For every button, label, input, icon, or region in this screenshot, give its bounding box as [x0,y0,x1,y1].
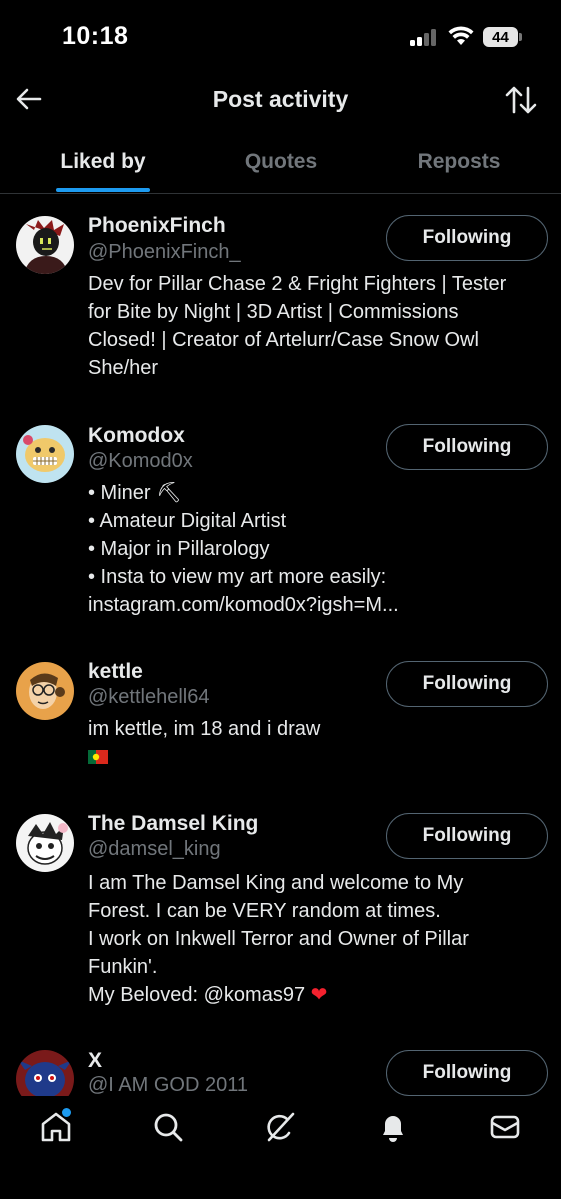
user-display-name[interactable]: X [88,1049,102,1073]
tab-quotes[interactable]: Quotes [218,150,344,174]
avatar[interactable] [16,425,74,483]
following-button[interactable]: Following [386,215,548,261]
following-button[interactable]: Following [386,813,548,859]
grok-icon[interactable] [263,1110,297,1144]
user-display-name[interactable]: The Damsel King [88,812,258,836]
user-handle[interactable]: @kettlehell64 [88,686,209,709]
bio-line: • Amateur Digital Artist [88,510,287,532]
avatar[interactable] [16,662,74,720]
heart-icon: ❤ [310,984,328,1006]
battery-level: 44 [492,29,509,46]
bio-line: She/her [88,357,159,379]
bio-line: instagram.com/komod0x?igsh=M... [88,594,399,616]
status-time: 10:18 [62,22,129,50]
user-handle[interactable]: @Komod0x [88,450,193,473]
header: Post activity [0,72,561,128]
user-bio: im kettle, im 18 and i draw [88,715,538,743]
bio-line: • Insta to view my art more easily: [88,566,387,588]
active-tab-indicator [56,188,150,192]
bio-line: I am The Damsel King and welcome to My [88,872,464,894]
user-display-name[interactable]: kettle [88,660,143,684]
avatar[interactable] [16,814,74,872]
tab-bar: Liked by Quotes Reposts [0,140,561,194]
status-bar: 10:18 44 [0,0,561,72]
user-display-name[interactable]: Komodox [88,424,185,448]
messages-icon[interactable] [488,1110,522,1144]
search-icon[interactable] [151,1110,185,1144]
bottom-nav [0,1100,561,1160]
notification-dot [62,1108,71,1117]
following-button[interactable]: Following [386,661,548,707]
user-handle[interactable]: @damsel_king [88,838,221,861]
wifi-icon [448,26,474,45]
sort-arrows-icon[interactable] [504,84,538,116]
bio-line: Funkin'. [88,956,158,978]
bio-line: Closed! | Creator of Artelurr/Case Snow … [88,329,479,351]
cellular-signal-icon [410,28,440,46]
tab-reposts[interactable]: Reposts [396,150,522,174]
user-bio: • Miner ⛏ • Amateur Digital Artist • Maj… [88,479,538,619]
notifications-icon[interactable] [376,1110,410,1144]
following-button[interactable]: Following [386,424,548,470]
battery-icon: 44 [483,27,522,47]
bio-line: My Beloved: @komas97 ❤ [88,984,328,1006]
user-handle[interactable]: @PhoenixFinch_ [88,241,241,264]
bio-line: im kettle, im 18 and i draw [88,718,321,740]
bio-line: • Major in Pillarology [88,538,270,560]
bio-line: for Bite by Night | 3D Artist | Commissi… [88,301,459,323]
tab-liked-by[interactable]: Liked by [40,150,166,174]
avatar[interactable] [16,216,74,274]
user-bio: I am The Damsel King and welcome to My F… [88,869,538,1009]
bio-line: • Miner ⛏ [88,482,182,504]
bio-line: Dev for Pillar Chase 2 & Fright Fighters… [88,273,507,295]
bio-line: Forest. I can be VERY random at times. [88,900,441,922]
page-title: Post activity [212,86,349,112]
portugal-flag-icon [88,750,108,764]
user-display-name[interactable]: PhoenixFinch [88,214,226,238]
bio-line: I work on Inkwell Terror and Owner of Pi… [88,928,469,950]
following-button[interactable]: Following [386,1050,548,1096]
user-bio: Dev for Pillar Chase 2 & Fright Fighters… [88,270,538,382]
user-handle[interactable]: @I AM GOD 2011 [88,1074,248,1097]
